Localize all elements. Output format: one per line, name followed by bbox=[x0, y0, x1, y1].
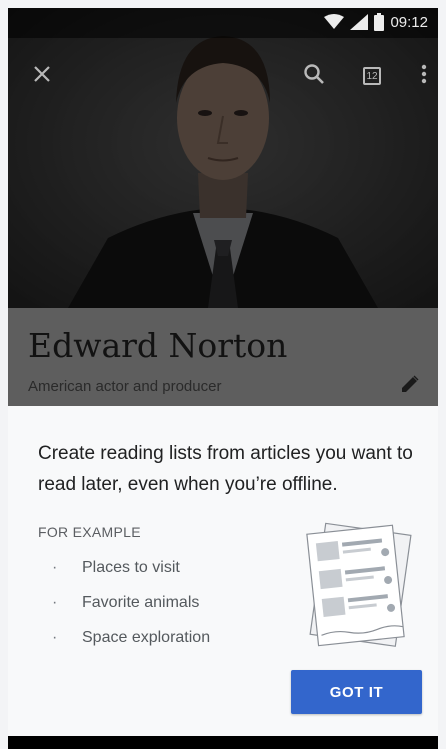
reading-list-illustration bbox=[290, 516, 420, 656]
tabs-button[interactable]: 12 bbox=[354, 58, 390, 94]
battery-icon bbox=[374, 13, 385, 31]
sheet-headline: Create reading lists from articles you w… bbox=[38, 443, 413, 495]
top-toolbar: 12 bbox=[8, 48, 438, 104]
article-description: American actor and producer bbox=[28, 378, 222, 395]
pencil-icon bbox=[399, 373, 421, 400]
list-item-label: Places to visit bbox=[82, 559, 180, 576]
list-item-label: Favorite animals bbox=[82, 594, 200, 611]
more-vert-icon bbox=[421, 64, 427, 89]
close-icon bbox=[33, 65, 51, 88]
screen: 09:12 12 Edward Norton American actor an… bbox=[8, 8, 438, 749]
tab-count: 12 bbox=[366, 70, 378, 82]
reading-list-onboarding-sheet: Create reading lists from articles you w… bbox=[8, 406, 438, 736]
bullet: · bbox=[52, 629, 58, 646]
list-item: · Places to visit bbox=[38, 550, 210, 585]
search-button[interactable] bbox=[296, 58, 332, 94]
signal-icon bbox=[350, 14, 369, 30]
status-bar: 09:12 bbox=[8, 8, 438, 38]
bullet: · bbox=[52, 559, 58, 576]
example-label: FOR EXAMPLE bbox=[38, 524, 141, 540]
tabs-icon: 12 bbox=[363, 67, 381, 85]
wifi-icon bbox=[324, 14, 345, 30]
example-list: · Places to visit · Favorite animals · S… bbox=[38, 550, 210, 655]
list-item: · Favorite animals bbox=[38, 585, 210, 620]
list-item: · Space exploration bbox=[38, 620, 210, 655]
status-time: 09:12 bbox=[390, 13, 428, 31]
edit-description-button[interactable] bbox=[396, 372, 424, 400]
search-icon bbox=[303, 63, 325, 90]
bullet: · bbox=[52, 594, 58, 611]
article-header: Edward Norton American actor and produce… bbox=[8, 308, 438, 414]
list-item-label: Space exploration bbox=[82, 629, 211, 646]
got-it-button[interactable]: GOT IT bbox=[291, 670, 422, 714]
close-button[interactable] bbox=[24, 58, 60, 94]
article-title: Edward Norton bbox=[28, 326, 288, 365]
system-nav-bar bbox=[8, 736, 438, 749]
more-options-button[interactable] bbox=[406, 58, 438, 94]
